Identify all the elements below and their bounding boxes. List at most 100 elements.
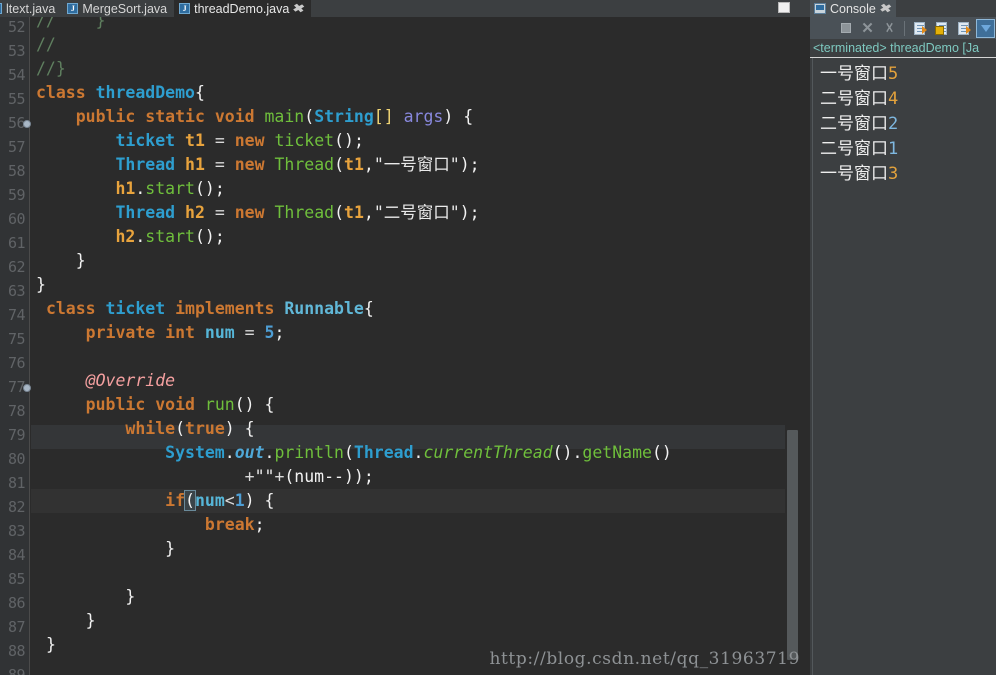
- editor-tab-threaddemo[interactable]: J threadDemo.java ✖: [174, 0, 311, 17]
- breakpoint-marker-icon[interactable]: [23, 384, 31, 392]
- code-line-current[interactable]: if(num<1) {: [31, 489, 785, 513]
- remove-all-terminated-button[interactable]: ☓: [880, 19, 899, 38]
- field-token: out: [234, 443, 265, 462]
- punct-token: (: [175, 419, 186, 438]
- code-line[interactable]: break;: [31, 513, 785, 537]
- tab-console[interactable]: Console ✖: [810, 0, 897, 17]
- variable-token: h1: [185, 155, 205, 174]
- line-number: 77: [7, 378, 26, 396]
- method-token: currentThread: [423, 443, 553, 462]
- type-token: ticket: [115, 131, 176, 150]
- code-line[interactable]: //}: [31, 57, 785, 81]
- operator-token: =: [244, 323, 255, 342]
- show-console-on-output-button[interactable]: [954, 19, 973, 38]
- editor-tab-mergesort[interactable]: J MergeSort.java: [62, 0, 175, 17]
- code-line[interactable]: Thread h1 = new Thread(t1,"一号窗口");: [31, 153, 785, 177]
- code-line[interactable]: }: [31, 585, 785, 609]
- code-line[interactable]: }: [31, 273, 785, 297]
- scroll-lock-button[interactable]: [932, 19, 951, 38]
- operator-token: =: [214, 203, 225, 222]
- code-line[interactable]: +""+(num--));: [31, 465, 785, 489]
- editor-scrollbar-thumb[interactable]: [787, 430, 798, 660]
- param-token: args: [403, 107, 444, 126]
- code-line[interactable]: h2.start();: [31, 225, 785, 249]
- close-icon[interactable]: ✖: [292, 1, 306, 15]
- display-selected-console-button[interactable]: [976, 18, 995, 38]
- type-token: System: [165, 443, 225, 462]
- terminate-button[interactable]: [836, 19, 855, 38]
- output-number: 1: [888, 139, 899, 159]
- code-line[interactable]: }: [31, 537, 785, 561]
- code-line[interactable]: ticket t1 = new ticket();: [31, 129, 785, 153]
- line-number: 78: [7, 402, 26, 420]
- line-number: 80: [7, 450, 26, 468]
- code-line[interactable]: }: [31, 609, 785, 633]
- clear-console-button[interactable]: [910, 19, 929, 38]
- line-number: 58: [7, 162, 26, 180]
- punct-token: ) {: [443, 107, 474, 126]
- code-line[interactable]: [31, 561, 785, 585]
- code-line[interactable]: public static void main(String[] args) {: [31, 105, 785, 129]
- code-area[interactable]: // } // //} class threadDemo{ public sta…: [31, 17, 785, 675]
- brace-token: }: [45, 635, 56, 654]
- code-line[interactable]: private int num = 5;: [31, 321, 785, 345]
- console-status-text: <terminated> threadDemo [Ja: [810, 39, 996, 58]
- brace-token: }: [165, 539, 176, 558]
- punct-token: ();: [194, 179, 225, 198]
- type-token: Runnable: [284, 299, 364, 318]
- console-output[interactable]: 一号窗口5 二号窗口4 二号窗口2 二号窗口1 一号窗口3: [810, 58, 996, 675]
- remove-launch-button[interactable]: ✕: [858, 19, 877, 38]
- code-line[interactable]: }: [31, 249, 785, 273]
- line-number: 89: [7, 666, 26, 675]
- code-line[interactable]: System.out.println(Thread.currentThread(…: [31, 441, 785, 465]
- show-console-icon: [958, 21, 971, 35]
- operator-token: <: [224, 491, 235, 510]
- matching-paren-highlight: (: [184, 490, 196, 511]
- line-number: 61: [7, 234, 26, 252]
- method-token: run: [204, 395, 235, 414]
- modifier-token: public static void: [75, 107, 255, 126]
- java-file-icon: J: [0, 3, 2, 14]
- code-line[interactable]: class ticket implements Runnable{: [31, 297, 785, 321]
- punct-token: ) {: [244, 491, 275, 510]
- breakpoint-marker-icon[interactable]: [23, 120, 31, 128]
- variable-token: h2: [185, 203, 205, 222]
- output-text: 二号窗口: [820, 114, 888, 134]
- code-line[interactable]: while(true) {: [31, 417, 785, 441]
- line-number: 60: [7, 210, 26, 228]
- brace-token: }: [75, 251, 86, 270]
- keyword-token: while: [125, 419, 176, 438]
- line-number: 76: [7, 354, 26, 372]
- code-line[interactable]: h1.start();: [31, 177, 785, 201]
- close-x-icon: ✕: [861, 19, 874, 37]
- variable-token: h1: [115, 179, 136, 198]
- code-line[interactable]: public void run() {: [31, 393, 785, 417]
- maximize-restore-button[interactable]: [778, 2, 790, 13]
- console-tab-bar: Console ✖: [810, 0, 996, 17]
- code-line[interactable]: // }: [31, 17, 785, 33]
- variable-token: t1: [344, 203, 364, 222]
- close-icon[interactable]: ✖: [878, 1, 892, 15]
- code-line[interactable]: [31, 345, 785, 369]
- line-number: 82: [7, 498, 26, 516]
- console-toolbar: ✕ ☓: [810, 17, 996, 39]
- punct-token: );: [459, 155, 480, 174]
- annotation-token: @Override: [85, 371, 176, 390]
- keyword-token: new: [234, 155, 265, 174]
- comment-token: //}: [36, 59, 66, 78]
- keyword-token: class: [36, 83, 86, 102]
- variable-token: t1: [185, 131, 205, 150]
- code-line[interactable]: @Override: [31, 369, 785, 393]
- code-line[interactable]: //: [31, 33, 785, 57]
- line-number: 55: [7, 90, 26, 108]
- console-output-line: 二号窗口2: [810, 112, 996, 137]
- console-icon: [814, 3, 826, 14]
- punct-token: ();: [334, 131, 364, 150]
- keyword-token: private int: [85, 323, 195, 342]
- code-line[interactable]: class threadDemo{: [31, 81, 785, 105]
- console-pane: Console ✖ ✕ ☓ <terminated> threadDemo [J…: [810, 0, 996, 675]
- line-number: 52: [7, 18, 26, 36]
- editor-gutter[interactable]: 52 53 54 55 56 57 58 59 60 61 62 63 74 7…: [0, 17, 31, 675]
- ctor-token: Thread: [274, 203, 335, 222]
- code-line[interactable]: Thread h2 = new Thread(t1,"二号窗口");: [31, 201, 785, 225]
